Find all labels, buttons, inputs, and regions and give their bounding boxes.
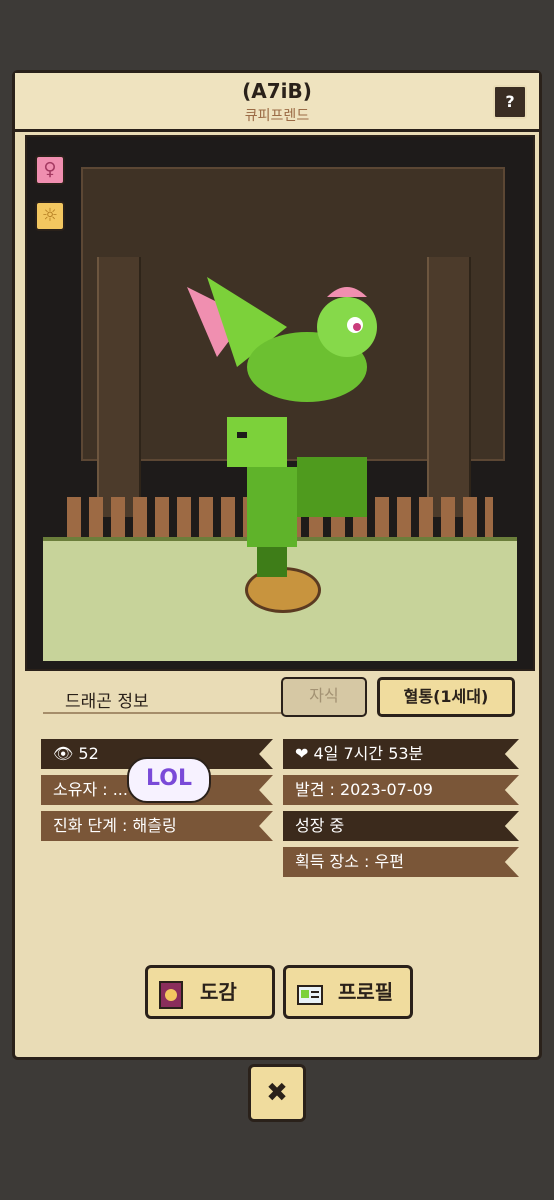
female-icon[interactable]: ♀ — [35, 155, 65, 185]
lol-sticker: LOL — [127, 757, 211, 803]
tab-children[interactable]: 자식 — [281, 677, 367, 717]
profile-button[interactable]: 프로필 — [283, 965, 413, 1019]
views-count: 52 — [78, 744, 99, 763]
sun-element-icon[interactable]: ☼ — [35, 201, 65, 231]
dragon-name-title: (A7iB) — [242, 79, 312, 103]
timer-value: 4일 7시간 53분 — [313, 744, 424, 763]
encyclopedia-label: 도감 — [200, 980, 237, 1004]
discovered-stat: 발견 : 2023-07-09 — [283, 775, 519, 805]
close-button[interactable]: ✖ — [248, 1064, 306, 1122]
dragon-baby-sprite — [227, 417, 367, 577]
encyclopedia-button[interactable]: 도감 — [145, 965, 275, 1019]
acquired-place-stat: 획득 장소 : 우편 — [283, 847, 519, 877]
tab-lineage[interactable]: 혈통(1세대) — [377, 677, 515, 717]
book-icon — [158, 979, 186, 1009]
help-button[interactable]: ? — [493, 85, 527, 119]
heart-timer-icon: ❤ — [295, 744, 309, 763]
timer-stat: ❤ 4일 7시간 53분 — [283, 739, 519, 769]
info-section-title: 드래곤 정보 — [43, 687, 295, 714]
growth-stat: 성장 중 — [283, 811, 519, 841]
temple-pillar — [427, 257, 471, 517]
eye-icon: 👁 — [53, 744, 74, 763]
info-area: 드래곤 정보 자식 혈통(1세대) 👁 52 소유자 : ... 진화 단계 :… — [15, 669, 539, 1059]
evolution-stage-stat: 진화 단계 : 해츨링 — [41, 811, 273, 841]
temple-pillar — [97, 257, 141, 517]
dragon-scene: ♀ ☼ — [25, 135, 535, 671]
profile-label: 프로필 — [338, 980, 394, 1004]
panel-header: (A7iB) 큐피프렌드 ? — [15, 73, 539, 132]
dragon-species-subtitle: 큐피프렌드 — [244, 108, 310, 124]
dragon-info-panel: (A7iB) 큐피프렌드 ? ♀ ☼ 드래곤 정보 자식 혈통(1세대) 👁 5… — [12, 70, 542, 1060]
id-card-icon — [296, 979, 324, 1009]
